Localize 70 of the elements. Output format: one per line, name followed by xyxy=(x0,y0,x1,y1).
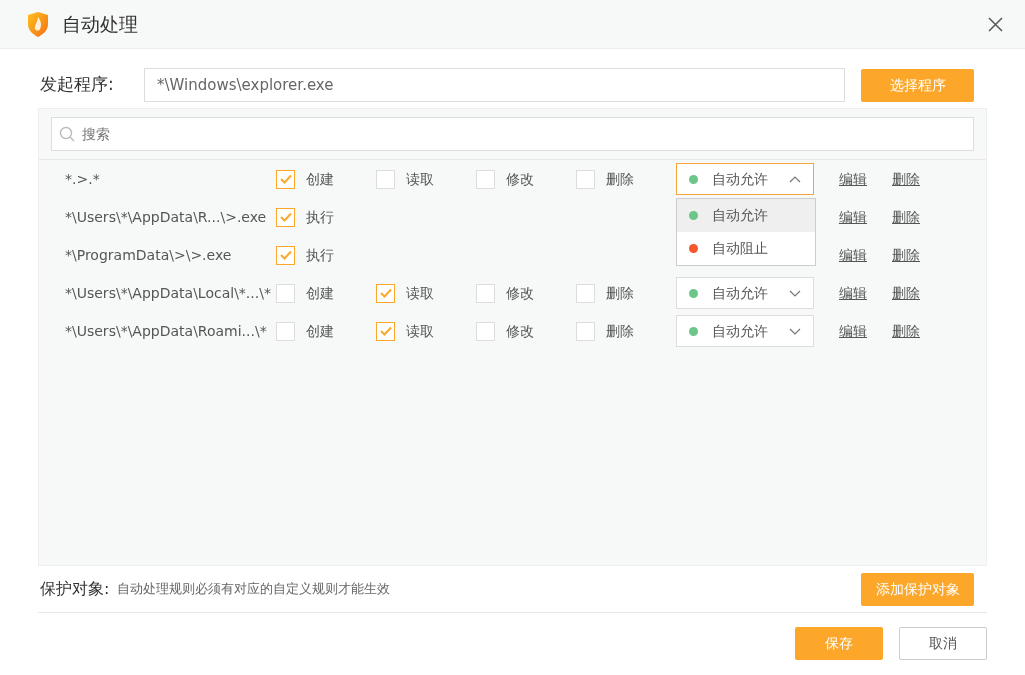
rule-path: *\Users\*\AppData\R...\>.exe xyxy=(64,207,268,227)
menu-item-label: 自动阻止 xyxy=(712,239,768,258)
checkbox[interactable] xyxy=(376,283,395,303)
checkbox[interactable] xyxy=(476,321,495,341)
edit-link[interactable]: 编辑 xyxy=(839,320,867,342)
edit-link[interactable]: 编辑 xyxy=(839,282,867,304)
edit-link[interactable]: 编辑 xyxy=(839,244,867,266)
delete-link[interactable]: 删除 xyxy=(892,320,920,342)
delete-link[interactable]: 删除 xyxy=(892,282,920,304)
checkbox[interactable] xyxy=(276,283,295,303)
checkbox[interactable] xyxy=(476,283,495,303)
check-icon xyxy=(279,212,292,222)
menu-item[interactable]: 自动阻止 xyxy=(677,232,815,265)
menu-item[interactable]: 自动允许 xyxy=(677,199,815,232)
permission-label: 删除 xyxy=(606,169,634,189)
checkbox[interactable] xyxy=(576,283,595,303)
checkbox[interactable] xyxy=(476,169,495,189)
dropdown-value: 自动允许 xyxy=(712,170,768,187)
checkbox[interactable] xyxy=(376,169,395,189)
checkbox[interactable] xyxy=(576,169,595,189)
check-icon xyxy=(279,174,292,184)
menu-item-label: 自动允许 xyxy=(712,206,768,225)
delete-link[interactable]: 删除 xyxy=(892,244,920,266)
check-icon xyxy=(379,288,392,298)
permission-label: 创建 xyxy=(306,321,334,341)
dropdown-value: 自动允许 xyxy=(712,322,768,339)
program-label: 发起程序: xyxy=(40,73,115,97)
chevron-up-icon xyxy=(789,175,801,183)
permission-label: 读取 xyxy=(406,169,434,189)
protect-label: 保护对象: xyxy=(40,578,110,600)
check-icon xyxy=(279,250,292,260)
chevron-down-icon xyxy=(789,327,801,335)
permission-label: 创建 xyxy=(306,283,334,303)
checkbox[interactable] xyxy=(376,321,395,341)
permission-label: 修改 xyxy=(506,321,534,341)
rule-path: *\Users\*\AppData\Roami...\* xyxy=(64,321,268,341)
rule-path: *\Users\*\AppData\Local\*...\* xyxy=(64,283,272,303)
permission-label: 执行 xyxy=(306,207,334,227)
checkbox[interactable] xyxy=(276,245,295,265)
check-icon xyxy=(379,326,392,336)
action-dropdown[interactable]: 自动允许 xyxy=(676,315,814,347)
edit-link[interactable]: 编辑 xyxy=(839,206,867,228)
delete-link[interactable]: 删除 xyxy=(892,206,920,228)
checkbox[interactable] xyxy=(276,169,295,189)
edit-link[interactable]: 编辑 xyxy=(839,168,867,190)
rule-path: *\ProgramData\>\>.exe xyxy=(64,245,233,265)
permission-label: 删除 xyxy=(606,321,634,341)
checkbox[interactable] xyxy=(276,207,295,227)
permission-label: 读取 xyxy=(406,321,434,341)
permission-label: 读取 xyxy=(406,283,434,303)
permission-label: 删除 xyxy=(606,283,634,303)
cancel-button[interactable]: 取消 xyxy=(899,627,987,660)
hint-text: 自动处理规则必须有对应的自定义规则才能生效 xyxy=(117,580,392,599)
permission-label: 修改 xyxy=(506,283,534,303)
action-dropdown[interactable]: 自动允许 xyxy=(676,277,814,309)
permission-label: 执行 xyxy=(306,245,334,265)
search-icon xyxy=(59,126,75,142)
search-field[interactable]: 搜索 xyxy=(51,117,974,151)
rule-path: *.>.* xyxy=(64,169,101,189)
delete-link[interactable]: 删除 xyxy=(892,168,920,190)
close-icon xyxy=(988,17,1003,32)
dropdown-value: 自动允许 xyxy=(712,284,768,301)
permission-label: 修改 xyxy=(506,169,534,189)
program-field[interactable]: *\Windows\explorer.exe xyxy=(144,68,845,102)
permission-label: 创建 xyxy=(306,169,334,189)
window-title: 自动处理 xyxy=(62,11,138,37)
chevron-down-icon xyxy=(789,289,801,297)
checkbox[interactable] xyxy=(276,321,295,341)
shield-flame-icon xyxy=(26,10,50,38)
checkbox[interactable] xyxy=(576,321,595,341)
